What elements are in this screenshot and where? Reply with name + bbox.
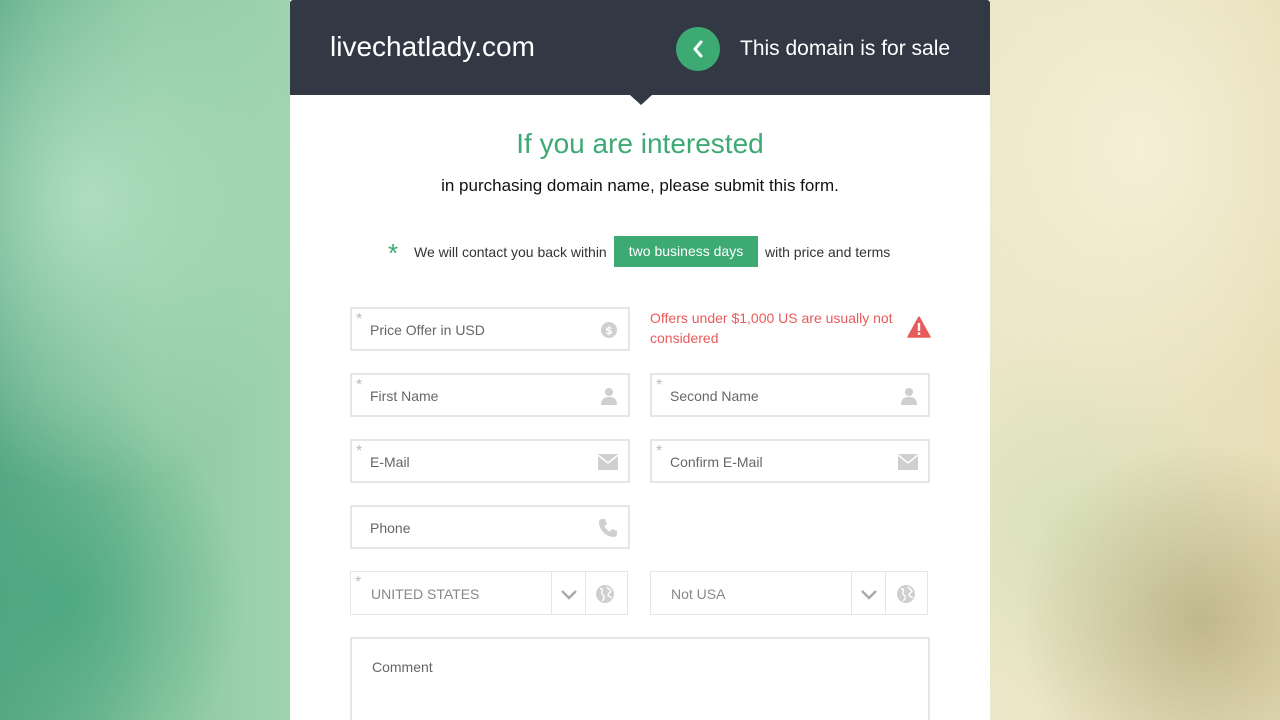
country-value: UNITED STATES (371, 586, 480, 602)
chevron-down-icon[interactable] (560, 587, 578, 601)
required-mark: * (356, 377, 363, 394)
state-value: Not USA (671, 586, 726, 602)
email-placeholder: E-Mail (370, 454, 410, 470)
page-subtitle: in purchasing domain name, please submit… (441, 176, 839, 195)
required-mark: * (656, 443, 663, 460)
back-button[interactable] (676, 27, 720, 71)
contact-text-before: We will contact you back within (414, 244, 607, 260)
email-input[interactable]: * E-Mail (350, 439, 630, 483)
contact-note: * We will contact you back within two bu… (290, 236, 990, 267)
sale-panel: livechatlady.com This domain is for sale… (290, 0, 990, 720)
required-mark: * (355, 574, 362, 591)
header-notch (630, 95, 652, 105)
contact-text-after: with price and terms (765, 244, 891, 260)
select-divider (585, 572, 586, 614)
phone-icon (599, 519, 617, 537)
select-divider (851, 572, 852, 614)
second-name-placeholder: Second Name (670, 388, 759, 404)
select-divider (885, 572, 886, 614)
phone-input[interactable]: Phone (350, 505, 630, 549)
for-sale-text: This domain is for sale (740, 37, 951, 60)
first-name-placeholder: First Name (370, 388, 439, 404)
required-mark: * (356, 443, 363, 460)
business-days-badge: two business days (614, 236, 758, 267)
price-offer-placeholder: Price Offer in USD (370, 322, 485, 338)
state-select[interactable]: Not USA (650, 571, 928, 615)
chevron-left-icon (693, 40, 703, 58)
select-divider (551, 572, 552, 614)
price-warning-text: Offers under $1,000 US are usually not c… (650, 310, 893, 346)
second-name-input[interactable]: * Second Name (650, 373, 930, 417)
chevron-down-icon[interactable] (860, 587, 878, 601)
asterisk-icon: * (388, 238, 399, 268)
user-icon (601, 388, 617, 405)
header-bar: livechatlady.com This domain is for sale (290, 0, 990, 105)
envelope-icon (598, 454, 618, 470)
confirm-email-placeholder: Confirm E-Mail (670, 454, 763, 470)
first-name-input[interactable]: * First Name (350, 373, 630, 417)
envelope-icon (898, 454, 918, 470)
globe-icon (897, 585, 915, 603)
comment-textarea[interactable]: Comment (350, 637, 930, 720)
domain-name: livechatlady.com (330, 31, 535, 62)
price-offer-input[interactable]: * Price Offer in USD $ (350, 307, 630, 351)
country-select[interactable]: * UNITED STATES (350, 571, 628, 615)
confirm-email-input[interactable]: * Confirm E-Mail (650, 439, 930, 483)
page-title: If you are interested (516, 128, 764, 159)
required-mark: * (656, 377, 663, 394)
svg-text:$: $ (605, 324, 613, 337)
comment-placeholder: Comment (372, 659, 433, 675)
user-icon (901, 388, 917, 405)
dollar-icon: $ (601, 322, 617, 338)
globe-icon (596, 585, 614, 603)
warning-icon (907, 316, 931, 338)
required-mark: * (356, 311, 363, 328)
phone-placeholder: Phone (370, 520, 411, 536)
